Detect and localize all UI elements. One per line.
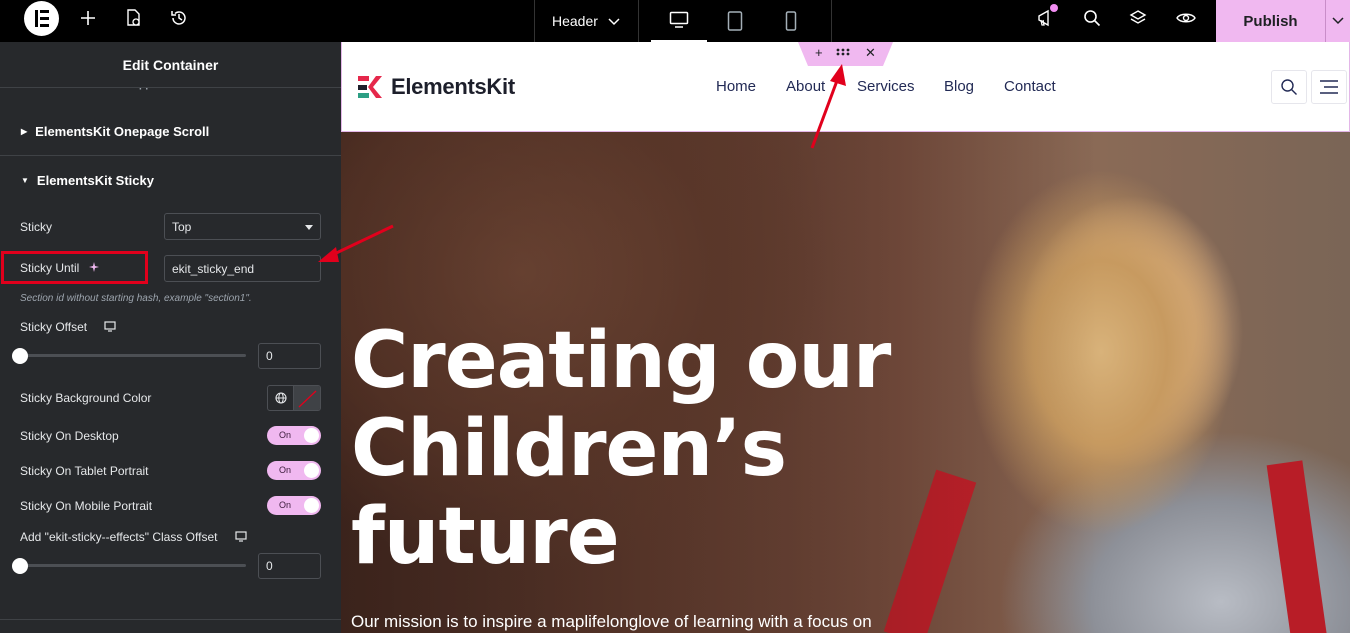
elementskit-logo-icon [358,76,382,98]
effects-offset-value: 0 [266,559,273,573]
panel-header: Edit Container ·· [0,42,341,95]
section-sticky[interactable]: ▼ ElementsKit Sticky [0,156,341,204]
sticky-until-value: ekit_sticky_end [172,261,255,276]
plus-icon[interactable] [70,0,106,36]
hero-title-line: Creating our [351,316,891,406]
nav-item-home[interactable]: Home [716,78,756,95]
site-logo[interactable]: ElementsKit [358,74,515,100]
nav-item-blog[interactable]: Blog [944,78,974,95]
toolbar-divider [831,0,832,42]
effects-offset-label-text: Add "ekit-sticky--effects" Class Offset [20,530,218,544]
sticky-mobile-toggle[interactable]: On [267,496,321,515]
sticky-select-value: Top [172,219,192,234]
sticky-desktop-toggle[interactable]: On [267,426,321,445]
nav-item-contact[interactable]: Contact [1004,78,1056,95]
effects-offset-label: Add "ekit-sticky--effects" Class Offset [20,530,247,544]
mobile-icon[interactable] [763,0,819,42]
sticky-offset-label-text: Sticky Offset [20,320,88,334]
caret-down-icon: ▼ [21,175,29,185]
sticky-until-input[interactable]: ekit_sticky_end [164,255,321,282]
section-onepage-scroll[interactable]: ▶ ElementsKit Onepage Scroll [0,108,341,156]
layers-icon[interactable] [1120,0,1156,36]
sticky-mobile-label: Sticky On Mobile Portrait [20,499,153,513]
sticky-until-help: Section id without starting hash, exampl… [20,293,252,304]
hero-title: Creating our Children’s future [351,317,951,581]
document-selector[interactable]: Header [534,0,639,42]
hero-title-line: future [351,492,620,582]
publish-options-button[interactable] [1325,0,1350,42]
sticky-label: Sticky [20,220,53,234]
sticky-select[interactable]: Top [164,213,321,240]
document-name: Header [552,13,598,29]
toggle-on-text: On [279,430,292,440]
history-icon[interactable] [161,0,197,36]
divider [0,619,341,620]
search-icon[interactable] [1074,0,1110,36]
container-handle[interactable]: + ✕ [798,42,893,66]
drag-dots-icon: ·· [139,84,152,95]
monitor-icon[interactable] [104,321,117,332]
search-icon [1281,79,1297,95]
panel-title: Edit Container [122,56,219,73]
header-menu-button[interactable] [1311,70,1347,104]
chevron-down-icon [1332,17,1344,25]
hamburger-icon [1320,80,1338,94]
top-bar: Header Publish [0,0,1350,42]
nav-item-about[interactable]: About [786,78,825,95]
bg-color-picker[interactable] [267,385,321,411]
globe-icon[interactable] [268,386,295,410]
sticky-tablet-label: Sticky On Tablet Portrait [20,464,149,478]
sticky-tablet-toggle[interactable]: On [267,461,321,480]
chevron-down-icon [608,13,620,29]
toggle-knob [304,428,319,443]
nav-item-services[interactable]: Services [857,78,915,95]
tablet-icon[interactable] [707,0,763,42]
eye-icon[interactable] [1168,0,1204,36]
section-title: ElementsKit Sticky [36,172,154,188]
notification-dot [1050,4,1058,12]
effects-offset-slider[interactable] [20,564,246,567]
desktop-icon[interactable] [651,0,707,42]
bg-color-label: Sticky Background Color [20,391,152,405]
page-settings-icon[interactable] [115,0,151,36]
effects-offset-input[interactable]: 0 [258,553,321,579]
plus-icon[interactable]: + [815,45,823,60]
hero-section: Creating our Children’s future Our missi… [341,132,1350,633]
monitor-icon[interactable] [235,531,247,542]
toggle-knob [304,498,319,513]
slider-handle[interactable] [12,348,28,364]
sticky-offset-input[interactable]: 0 [258,343,321,369]
caret-down-icon [305,225,313,230]
header-search-button[interactable] [1271,70,1307,104]
highlight-box [1,251,148,284]
sticky-offset-value: 0 [266,349,273,363]
caret-right-icon: ▶ [21,127,28,136]
toggle-on-text: On [279,465,292,475]
section-title: ElementsKit Onepage Scroll [35,124,210,139]
slider-handle[interactable] [12,558,28,574]
close-icon[interactable]: ✕ [865,45,876,61]
hero-title-line: Children’s [351,404,787,494]
preview-canvas: ElementsKit Home About Services Blog Con… [341,42,1350,633]
settings-panel: Edit Container ·· ▶ ElementsKit Onepage … [0,42,341,633]
empty-color-swatch[interactable] [294,386,320,410]
hero-subtitle: Our mission is to inspire a maplifelongl… [351,612,872,631]
publish-button[interactable]: Publish [1216,0,1325,42]
sticky-offset-slider[interactable] [20,354,246,357]
brand-name: ElementsKit [391,74,515,99]
sticky-desktop-label: Sticky On Desktop [20,429,119,443]
sticky-offset-label: Sticky Offset [20,320,117,334]
elementor-logo-icon[interactable] [24,1,59,36]
toggle-on-text: On [279,500,292,510]
toggle-knob [304,463,319,478]
